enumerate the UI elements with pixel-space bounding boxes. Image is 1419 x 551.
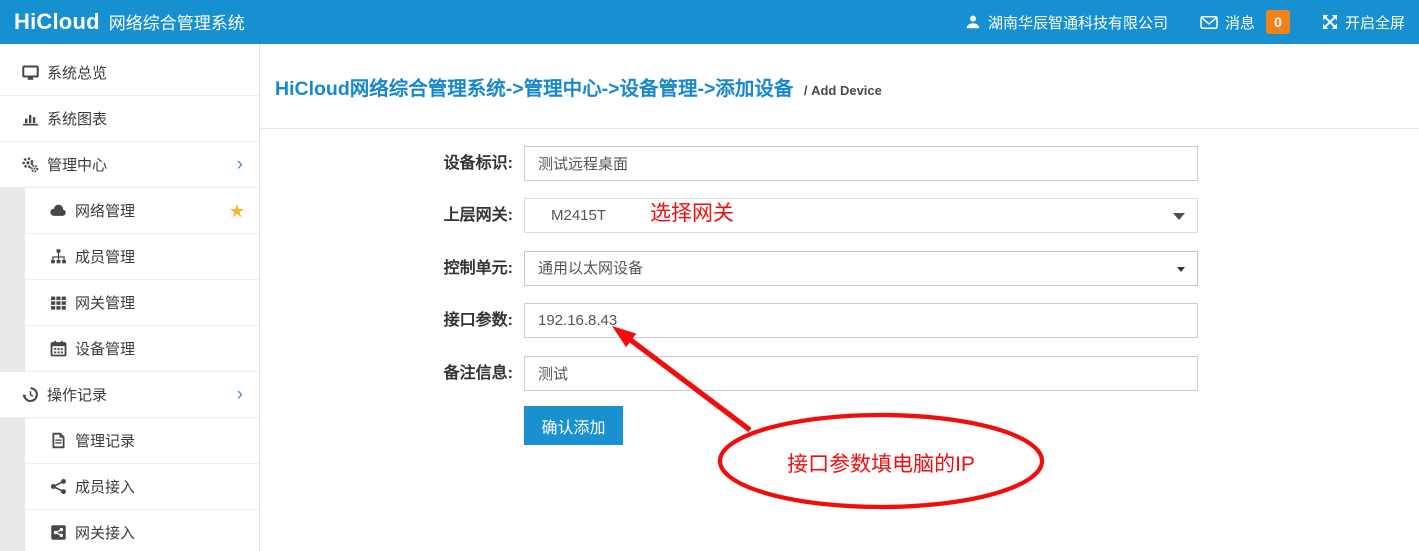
remarks-input[interactable]	[524, 356, 1198, 391]
sidebar-item-gateway-management[interactable]: 网关管理	[0, 280, 259, 326]
sidebar-item-label: 管理中心	[47, 154, 107, 175]
brand-subtitle: 网络综合管理系统	[109, 9, 245, 34]
breadcrumb: HiCloud网络综合管理系统->管理中心->设备管理->添加设备 / Add …	[275, 72, 882, 101]
sidebar-item-label: 成员管理	[75, 246, 135, 267]
sidebar-item-system-charts[interactable]: 系统图表	[0, 96, 259, 142]
fullscreen-toggle[interactable]: 开启全屏	[1322, 12, 1405, 33]
sidebar-item-label: 设备管理	[75, 338, 135, 359]
messages-menu[interactable]: 消息 0	[1200, 10, 1290, 34]
sidebar-item-label: 网关管理	[75, 292, 135, 313]
gears-icon	[20, 156, 40, 173]
brand-logo-text: HiCloud	[14, 9, 100, 35]
caret-down-icon	[1177, 267, 1185, 272]
annotation-ellipse	[720, 415, 1042, 507]
field-label-upper-gateway: 上层网关:	[260, 198, 513, 233]
upper-gateway-select[interactable]: M2415T	[524, 198, 1198, 233]
main-content: HiCloud网络综合管理系统->管理中心->设备管理->添加设备 / Add …	[260, 44, 1419, 551]
field-label-interface-params: 接口参数:	[260, 303, 513, 338]
sidebar-item-network-management[interactable]: 网络管理 ★	[0, 188, 259, 234]
sidebar-item-device-management[interactable]: 设备管理	[0, 326, 259, 372]
field-label-device-id: 设备标识:	[260, 146, 513, 181]
field-label-remarks: 备注信息:	[260, 356, 513, 391]
control-unit-select[interactable]: 通用以太网设备	[524, 251, 1198, 286]
chevron-right-icon: ›	[237, 155, 243, 174]
chevron-right-icon: ›	[237, 385, 243, 404]
messages-label: 消息	[1225, 12, 1255, 33]
device-id-input[interactable]	[524, 146, 1198, 181]
sidebar: 系统总览 系统图表 管理中心 › 网络管理 ★ 成员管理 网关管理	[0, 44, 260, 551]
upper-gateway-select-value: M2415T	[538, 207, 606, 224]
sidebar-item-management-center[interactable]: 管理中心 ›	[0, 142, 259, 188]
sidebar-item-label: 系统总览	[47, 62, 107, 83]
history-icon	[20, 386, 40, 403]
annotation-ellipse-text: 接口参数填电脑的IP	[711, 448, 1051, 478]
file-text-icon	[48, 432, 68, 449]
sidebar-item-gateway-access[interactable]: 网关接入	[0, 510, 259, 551]
fullscreen-label: 开启全屏	[1345, 12, 1405, 33]
company-name: 湖南华辰智通科技有限公司	[988, 12, 1168, 33]
bar-chart-icon	[20, 110, 40, 127]
sidebar-item-member-access[interactable]: 成员接入	[0, 464, 259, 510]
topbar: HiCloud 网络综合管理系统 湖南华辰智通科技有限公司 消息 0 开启全屏	[0, 0, 1419, 44]
interface-params-input[interactable]	[524, 303, 1198, 338]
confirm-add-button[interactable]: 确认添加	[524, 406, 623, 445]
sidebar-item-label: 系统图表	[47, 108, 107, 129]
envelope-icon	[1200, 15, 1218, 30]
header-divider	[260, 128, 1419, 129]
expand-arrows-icon	[1322, 14, 1338, 30]
desktop-icon	[20, 64, 40, 81]
topbar-right: 湖南华辰智通科技有限公司 消息 0 开启全屏	[965, 10, 1419, 34]
favorite-star-icon[interactable]: ★	[229, 202, 245, 220]
sidebar-item-member-management[interactable]: 成员管理	[0, 234, 259, 280]
sidebar-item-management-records[interactable]: 管理记录	[0, 418, 259, 464]
sidebar-item-label: 操作记录	[47, 384, 107, 405]
sidebar-item-label: 成员接入	[75, 476, 135, 497]
control-unit-select-value: 通用以太网设备	[538, 260, 643, 277]
sidebar-item-system-overview[interactable]: 系统总览	[0, 50, 259, 96]
sidebar-item-label: 管理记录	[75, 430, 135, 451]
messages-count-badge: 0	[1266, 10, 1290, 34]
sidebar-item-label: 网关接入	[75, 522, 135, 543]
sidebar-item-operation-records[interactable]: 操作记录 ›	[0, 372, 259, 418]
breadcrumb-suffix: / Add Device	[804, 83, 882, 98]
caret-down-icon	[1173, 213, 1185, 220]
user-icon	[965, 14, 981, 30]
share-square-icon	[48, 524, 68, 541]
sidebar-item-label: 网络管理	[75, 200, 135, 221]
user-account-menu[interactable]: 湖南华辰智通科技有限公司	[965, 12, 1168, 33]
calendar-icon	[48, 340, 68, 357]
breadcrumb-path: HiCloud网络综合管理系统->管理中心->设备管理->添加设备	[275, 78, 793, 100]
cloud-icon	[48, 202, 68, 219]
sitemap-icon	[48, 248, 68, 265]
annotation-arrow-and-ellipse	[260, 44, 1419, 551]
share-icon	[48, 478, 68, 495]
brand: HiCloud 网络综合管理系统	[0, 9, 245, 35]
grid-icon	[48, 294, 68, 311]
field-label-control-unit: 控制单元:	[260, 251, 513, 286]
